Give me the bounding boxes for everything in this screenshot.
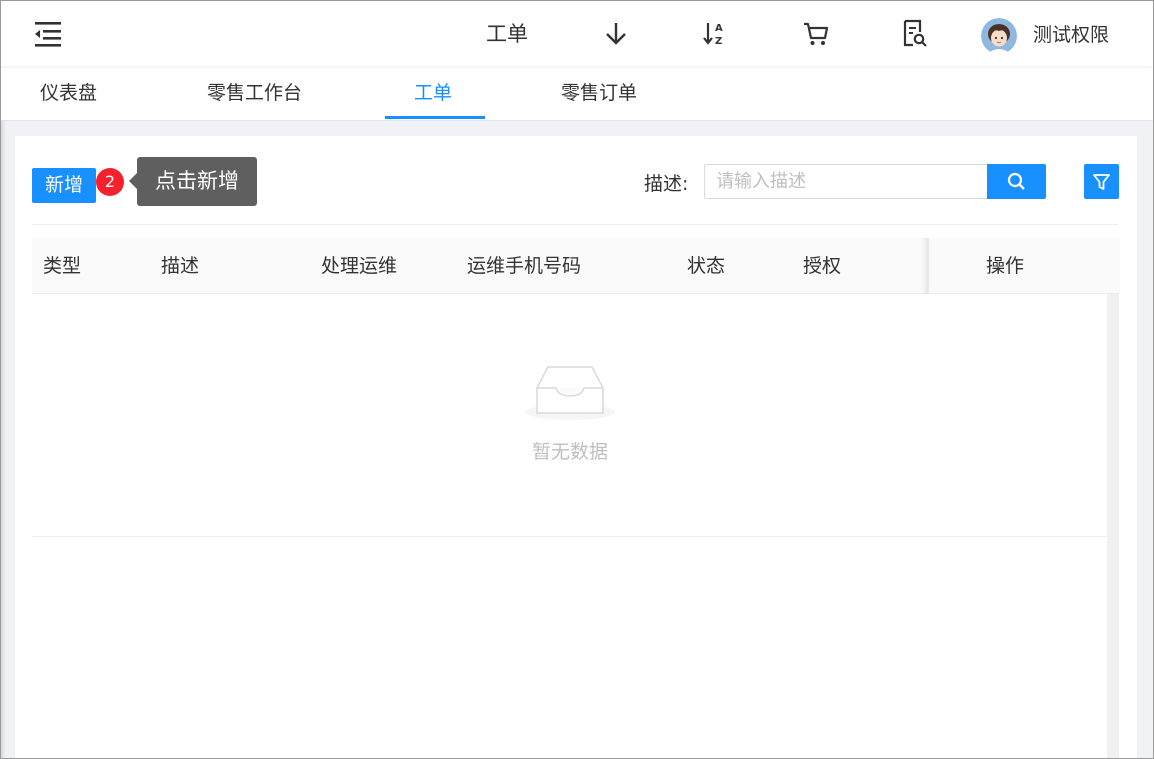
search-icon [1007,172,1025,190]
column-header-actions: 操作 [986,255,1025,277]
empty-text: 暂无数据 [531,441,608,463]
search-input[interactable] [704,164,988,199]
tab-retail-orders[interactable]: 零售订单 [561,80,637,106]
tab-dashboard[interactable]: 仪表盘 [40,80,97,106]
table-body-border [32,536,1107,537]
filter-button[interactable] [1084,164,1119,199]
column-header-authorization: 授权 [803,255,842,277]
column-header-handler-phone: 运维手机号码 [467,255,582,277]
toolbar-divider [32,224,1118,225]
table-header: 类型 描述 处理运维 运维手机号码 状态 授权 操作 [32,238,1120,294]
column-header-type: 类型 [43,255,82,277]
column-header-status: 状态 [687,255,726,277]
cart-icon[interactable] [801,18,831,48]
avatar[interactable] [981,18,1017,54]
vertical-scrollbar[interactable] [1107,294,1119,759]
svg-text:Z: Z [715,36,722,47]
sort-az-icon[interactable]: A Z [701,18,731,48]
search-button[interactable] [987,164,1046,199]
sidebar-edge-shadow [0,66,6,759]
tab-retail-workbench[interactable]: 零售工作台 [207,80,302,106]
column-header-handler: 处理运维 [321,255,398,277]
empty-inbox-icon [525,366,615,420]
filter-icon [1093,174,1110,190]
guide-tooltip: 点击新增 [129,157,257,206]
column-header-description: 描述 [161,255,200,277]
empty-state: 暂无数据 [520,355,620,475]
fixed-column-divider [926,238,929,294]
active-tab-indicator [385,116,485,119]
username[interactable]: 测试权限 [1033,22,1109,48]
add-button[interactable]: 新增 [32,168,96,203]
svg-text:A: A [715,23,723,34]
arrow-down-icon[interactable] [601,18,631,48]
top-header: 工单 A Z 测试权限 [0,0,1154,66]
document-search-icon[interactable] [899,18,929,48]
current-page-title: 工单 [486,22,528,46]
tab-work-order[interactable]: 工单 [414,80,452,106]
search-label: 描述: [644,173,689,195]
tab-bar: 仪表盘 零售工作台 工单 零售订单 [0,66,1154,121]
menu-fold-icon[interactable] [33,19,65,47]
step-badge: 2 [96,168,124,196]
